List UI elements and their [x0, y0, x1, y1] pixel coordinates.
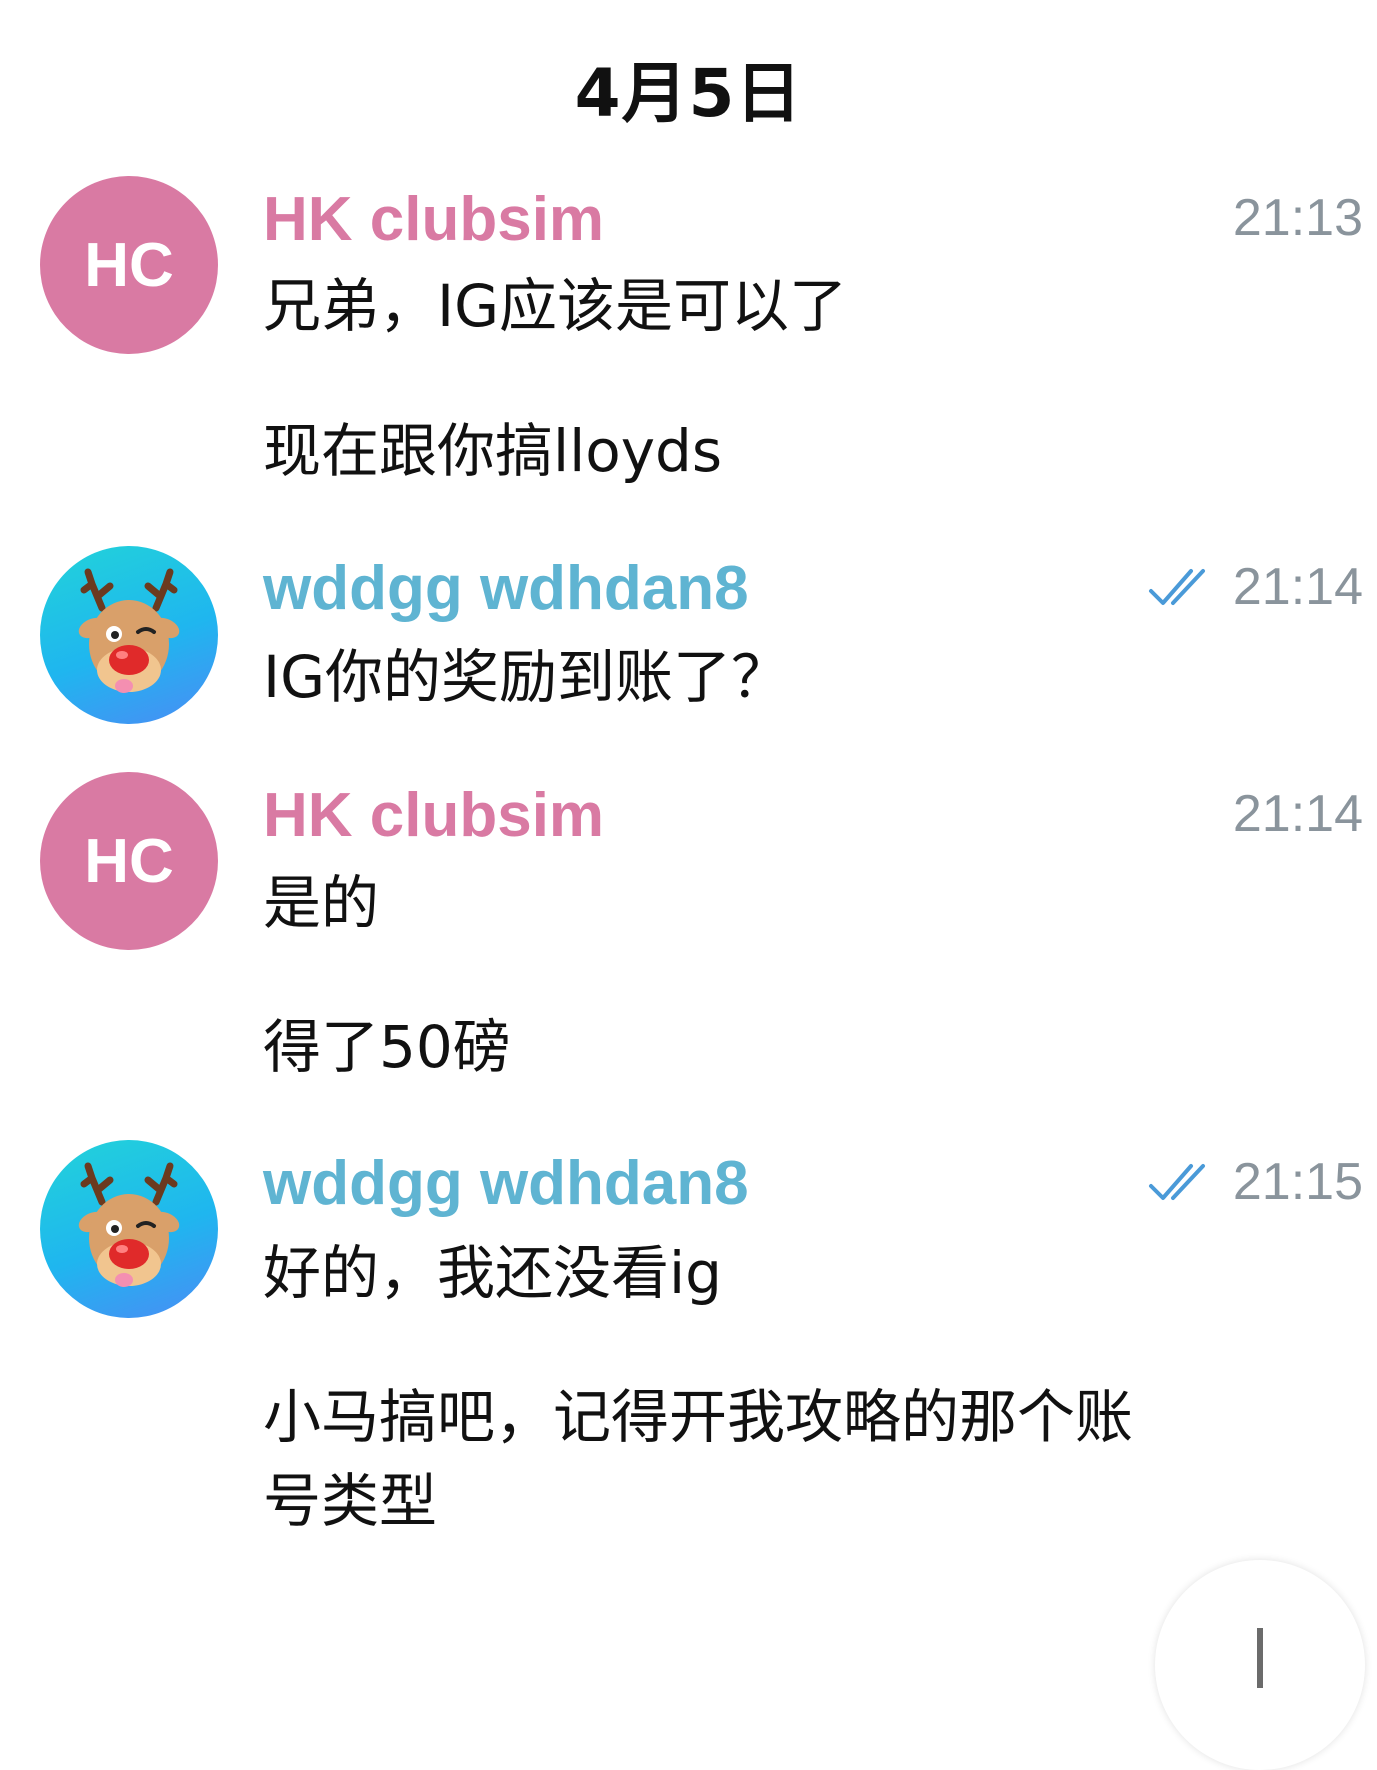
- message-text: 是的: [263, 869, 380, 937]
- time-text: 21:14: [1232, 785, 1363, 843]
- scroll-down-button[interactable]: [1155, 1560, 1365, 1770]
- reindeer-avatar-icon: [78, 1162, 180, 1287]
- message-text: 得了50磅: [263, 1013, 511, 1081]
- message-time: 21:13: [1233, 188, 1363, 248]
- time-text: 21:13: [1232, 189, 1363, 247]
- sender-name[interactable]: wddgg wdhdan8: [263, 1148, 749, 1219]
- message-text: 号类型: [263, 1467, 438, 1535]
- message-time: 21:14: [1147, 557, 1363, 617]
- sender-name[interactable]: wddgg wdhdan8: [263, 553, 749, 624]
- date-header: 4月5日: [574, 55, 803, 132]
- avatar-initials: HC: [84, 826, 174, 896]
- reindeer-avatar-icon[interactable]: [40, 546, 218, 724]
- sender-name[interactable]: HK clubsim: [263, 184, 604, 255]
- message-text: 现在跟你搞lloyds: [263, 417, 723, 485]
- reindeer-avatar-icon: [78, 568, 180, 693]
- avatar-initials: HC: [84, 230, 174, 300]
- time-text: 21:15: [1232, 1153, 1363, 1211]
- avatar[interactable]: HC: [40, 176, 218, 354]
- time-text: 21:14: [1232, 558, 1363, 616]
- reindeer-avatar-icon[interactable]: [40, 1140, 218, 1318]
- sender-name[interactable]: HK clubsim: [263, 780, 604, 851]
- message-text: 好的，我还没看ig: [263, 1239, 722, 1307]
- double-check-icon: [1148, 569, 1205, 605]
- arrow-down-icon: [1257, 1628, 1263, 1688]
- message-text: IG你的奖励到账了？: [263, 643, 790, 711]
- avatar[interactable]: HC: [40, 772, 218, 950]
- message-text: 兄弟，IG应该是可以了: [263, 272, 848, 340]
- message-text: 小马搞吧，记得开我攻略的那个账: [263, 1383, 1134, 1451]
- message-time: 21:15: [1147, 1152, 1363, 1212]
- message-time: 21:14: [1233, 784, 1363, 844]
- double-check-icon: [1148, 1164, 1205, 1200]
